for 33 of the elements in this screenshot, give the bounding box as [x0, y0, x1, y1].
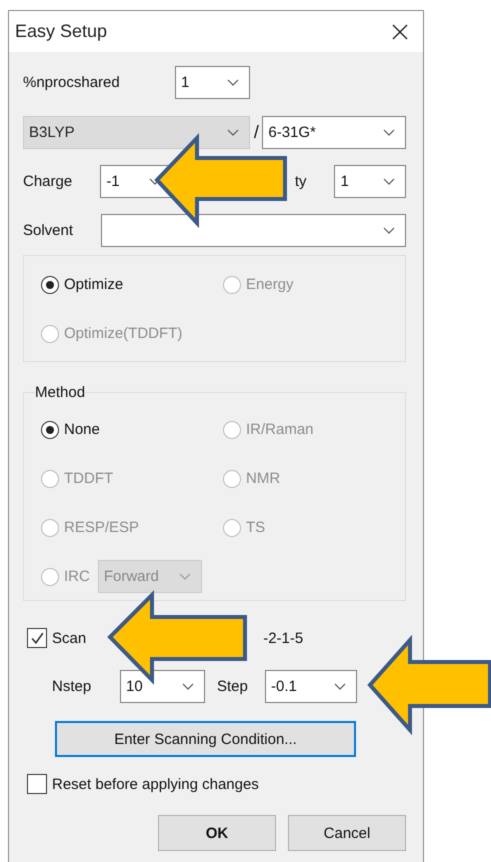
- method-group-title: Method: [35, 384, 86, 401]
- nprocshared-dropdown[interactable]: 1: [175, 66, 250, 99]
- solvent-dropdown[interactable]: [101, 214, 406, 247]
- reset-checkbox[interactable]: Reset before applying changes: [27, 774, 259, 794]
- enter-scanning-condition-button[interactable]: Enter Scanning Condition...: [55, 721, 356, 757]
- close-icon[interactable]: [392, 24, 408, 40]
- multiplicity-dropdown[interactable]: 1: [334, 165, 406, 198]
- window-title: Easy Setup: [15, 21, 108, 42]
- nprocshared-label: %nprocshared: [23, 74, 121, 91]
- chevron-down-icon: [178, 573, 191, 580]
- nstep-dropdown[interactable]: 10: [120, 670, 205, 703]
- chevron-down-icon: [334, 683, 346, 690]
- chevron-down-icon: [383, 227, 395, 234]
- nstep-label: Nstep: [52, 678, 92, 695]
- scan-coordinate: -2-1-5: [263, 630, 304, 646]
- radio-option[interactable]: Optimize: [41, 260, 223, 309]
- charge-label: Charge: [23, 173, 74, 190]
- basis-set-dropdown[interactable]: 6-31G*: [262, 116, 406, 149]
- chevron-down-icon: [227, 129, 240, 136]
- ok-button[interactable]: OK: [158, 815, 276, 851]
- checkmark-icon: [30, 630, 44, 646]
- radio-option[interactable]: None: [41, 420, 100, 438]
- chevron-down-icon: [227, 79, 239, 86]
- step-label: Step: [217, 678, 249, 695]
- separator-slash: /: [252, 122, 260, 143]
- step-dropdown[interactable]: -0.1: [265, 670, 357, 703]
- scan-checkbox[interactable]: Scan: [27, 628, 86, 648]
- cancel-button[interactable]: Cancel: [288, 815, 406, 851]
- chevron-down-icon: [383, 178, 395, 185]
- solvent-label: Solvent: [23, 222, 74, 239]
- chevron-down-icon: [383, 129, 395, 136]
- chevron-down-icon: [182, 683, 194, 690]
- multiplicity-label: ty: [294, 173, 308, 190]
